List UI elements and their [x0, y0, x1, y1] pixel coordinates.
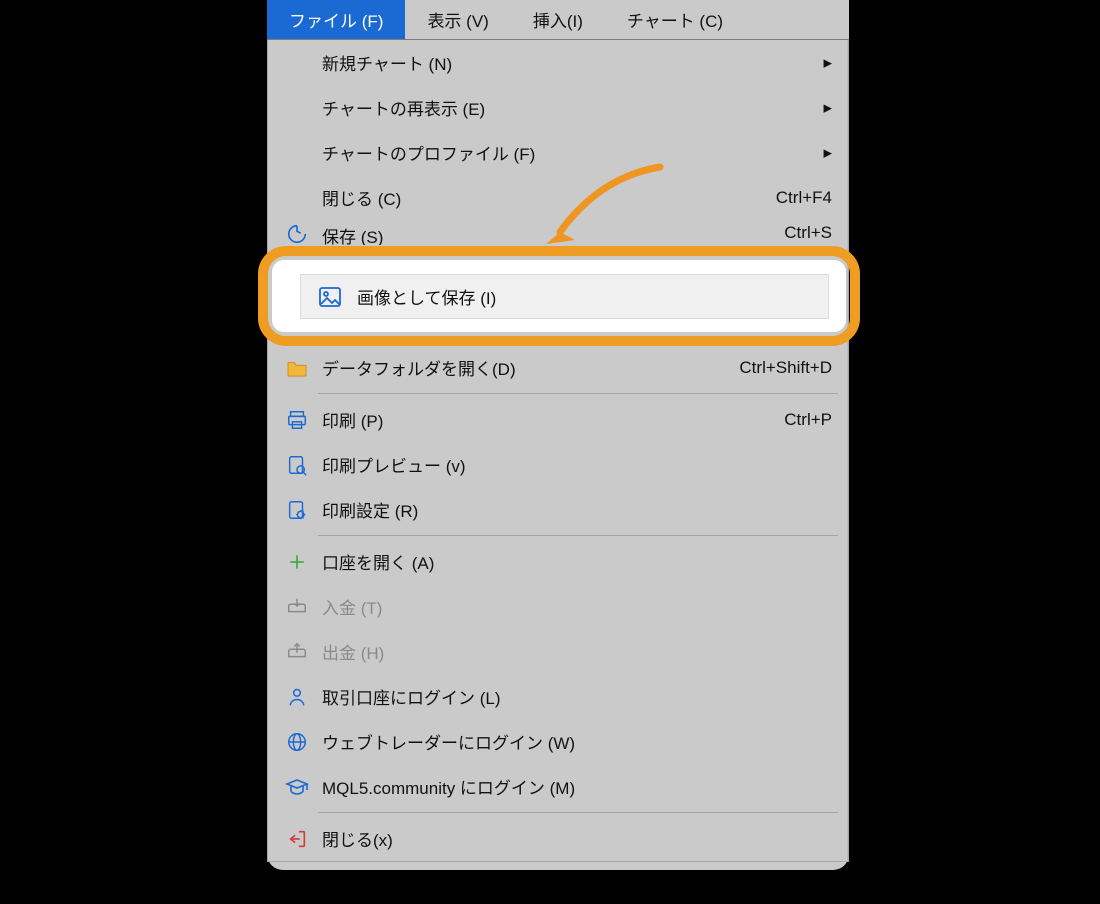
chevron-right-icon: ▸: [815, 143, 832, 163]
menuitem-reopen-chart[interactable]: チャートの再表示 (E) ▸: [268, 85, 848, 130]
menuitem-label: MQL5.community にログイン (M): [316, 774, 832, 799]
folder-icon: [278, 359, 316, 377]
exit-icon: [278, 828, 316, 850]
menu-chart[interactable]: チャート (C): [605, 0, 745, 39]
preview-icon: [278, 454, 316, 476]
menu-file[interactable]: ファイル (F): [267, 0, 405, 39]
menuitem-label: 口座を開く (A): [316, 549, 832, 574]
menuitem-print-settings[interactable]: 印刷設定 (R): [268, 487, 848, 532]
menuitem-label: 出金 (H): [316, 639, 832, 664]
menuitem-chart-profile[interactable]: チャートのプロファイル (F) ▸: [268, 130, 848, 175]
menuitem-deposit: 入金 (T): [268, 584, 848, 629]
image-icon: [311, 286, 349, 308]
deposit-icon: [278, 596, 316, 618]
withdraw-icon: [278, 641, 316, 663]
menuitem-print[interactable]: 印刷 (P) Ctrl+P: [268, 397, 848, 442]
menuitem-exit[interactable]: 閉じる(x): [268, 816, 848, 861]
cap-icon: [278, 777, 316, 797]
file-dropdown: 新規チャート (N) ▸ チャートの再表示 (E) ▸ チャートのプロファイル …: [267, 40, 849, 862]
gear-icon: [278, 499, 316, 521]
menuitem-label: チャートの再表示 (E): [316, 95, 815, 120]
menuitem-shortcut: Ctrl+P: [784, 410, 832, 430]
menuitem-close[interactable]: 閉じる (C) Ctrl+F4: [268, 175, 848, 220]
menuitem-label: データフォルダを開く(D): [316, 355, 739, 380]
menuitem-label: 画像として保存 (I): [349, 284, 812, 309]
menu-insert[interactable]: 挿入(I): [511, 0, 605, 39]
menuitem-label: 新規チャート (N): [316, 50, 815, 75]
menuitem-label: 入金 (T): [316, 594, 832, 619]
chevron-right-icon: ▸: [815, 53, 832, 73]
save-icon: [278, 223, 316, 245]
menuitem-label: 印刷 (P): [316, 407, 784, 432]
menuitem-label: チャートのプロファイル (F): [316, 140, 815, 165]
menuitem-print-preview[interactable]: 印刷プレビュー (v): [268, 442, 848, 487]
menuitem-webtrader-login[interactable]: ウェブトレーダーにログイン (W): [268, 719, 848, 764]
menuitem-shortcut: Ctrl+F4: [776, 188, 832, 208]
menuitem-label: ウェブトレーダーにログイン (W): [316, 729, 832, 754]
menuitem-label: 保存 (S): [316, 223, 784, 245]
separator: [318, 812, 838, 813]
separator: [318, 393, 838, 394]
menu-view[interactable]: 表示 (V): [405, 0, 510, 39]
menu-bar: ファイル (F) 表示 (V) 挿入(I) チャート (C): [267, 0, 849, 40]
menuitem-label: 印刷設定 (R): [316, 497, 832, 522]
chevron-right-icon: ▸: [815, 98, 832, 118]
menuitem-save[interactable]: 保存 (S) Ctrl+S: [268, 220, 848, 245]
menuitem-label: 印刷プレビュー (v): [316, 452, 832, 477]
menuitem-shortcut: Ctrl+Shift+D: [739, 358, 832, 378]
menuitem-label: 閉じる(x): [316, 826, 832, 851]
menuitem-shortcut: Ctrl+S: [784, 223, 832, 243]
app-window: ファイル (F) 表示 (V) 挿入(I) チャート (C) 新規チャート (N…: [267, 0, 849, 870]
menuitem-open-data-folder[interactable]: データフォルダを開く(D) Ctrl+Shift+D: [268, 345, 848, 390]
menuitem-mql5-login[interactable]: MQL5.community にログイン (M): [268, 764, 848, 809]
separator: [318, 535, 838, 536]
menuitem-login-trade[interactable]: 取引口座にログイン (L): [268, 674, 848, 719]
menuitem-label: 取引口座にログイン (L): [316, 684, 832, 709]
plus-icon: [278, 552, 316, 572]
menuitem-new-chart[interactable]: 新規チャート (N) ▸: [268, 40, 848, 85]
globe-icon: [278, 731, 316, 753]
printer-icon: [278, 409, 316, 431]
menuitem-label: 閉じる (C): [316, 185, 776, 210]
person-icon: [278, 686, 316, 708]
menuitem-open-account[interactable]: 口座を開く (A): [268, 539, 848, 584]
menuitem-save-as-image[interactable]: 画像として保存 (I): [300, 274, 829, 319]
menuitem-withdraw: 出金 (H): [268, 629, 848, 674]
